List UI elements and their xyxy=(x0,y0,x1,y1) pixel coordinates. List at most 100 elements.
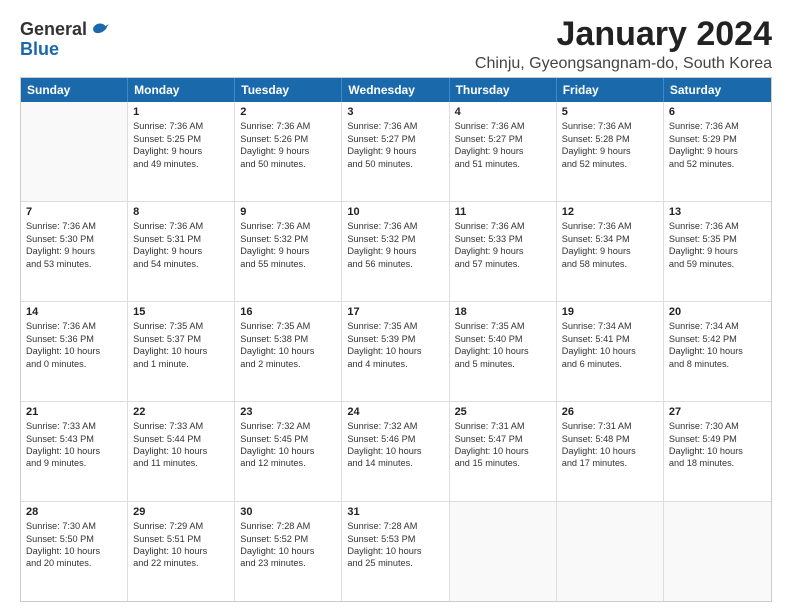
cell-info-line: Daylight: 10 hours xyxy=(26,445,122,457)
calendar-cell xyxy=(664,502,771,601)
cell-info-line: Sunset: 5:25 PM xyxy=(133,133,229,145)
cell-info-line: and 53 minutes. xyxy=(26,258,122,270)
cell-info-line: and 0 minutes. xyxy=(26,358,122,370)
page: General Blue January 2024 Chinju, Gyeong… xyxy=(0,0,792,612)
cell-info-line: Sunrise: 7:29 AM xyxy=(133,520,229,532)
calendar-cell: 2Sunrise: 7:36 AMSunset: 5:26 PMDaylight… xyxy=(235,102,342,201)
cell-info-line: Sunset: 5:30 PM xyxy=(26,233,122,245)
cell-info-line: Daylight: 10 hours xyxy=(347,545,443,557)
day-number: 31 xyxy=(347,506,443,518)
calendar-cell: 27Sunrise: 7:30 AMSunset: 5:49 PMDayligh… xyxy=(664,402,771,501)
cell-info-line: Sunrise: 7:36 AM xyxy=(240,220,336,232)
calendar-cell: 19Sunrise: 7:34 AMSunset: 5:41 PMDayligh… xyxy=(557,302,664,401)
cell-info-line: Sunrise: 7:36 AM xyxy=(347,220,443,232)
calendar-header: SundayMondayTuesdayWednesdayThursdayFrid… xyxy=(21,78,771,102)
cell-info-line: Daylight: 9 hours xyxy=(669,145,766,157)
cell-info-line: Sunrise: 7:35 AM xyxy=(133,320,229,332)
cell-info-line: Sunrise: 7:28 AM xyxy=(347,520,443,532)
cell-info-line: Sunrise: 7:30 AM xyxy=(669,420,766,432)
calendar-cell: 18Sunrise: 7:35 AMSunset: 5:40 PMDayligh… xyxy=(450,302,557,401)
cell-info-line: Sunset: 5:34 PM xyxy=(562,233,658,245)
calendar-cell: 17Sunrise: 7:35 AMSunset: 5:39 PMDayligh… xyxy=(342,302,449,401)
calendar-body: 1Sunrise: 7:36 AMSunset: 5:25 PMDaylight… xyxy=(21,102,771,601)
day-number: 25 xyxy=(455,406,551,418)
header-day-monday: Monday xyxy=(128,78,235,102)
day-number: 24 xyxy=(347,406,443,418)
cell-info-line: Daylight: 9 hours xyxy=(562,145,658,157)
cell-info-line: Sunrise: 7:35 AM xyxy=(240,320,336,332)
cell-info-line: Daylight: 10 hours xyxy=(669,445,766,457)
day-number: 29 xyxy=(133,506,229,518)
day-number: 8 xyxy=(133,206,229,218)
day-number: 30 xyxy=(240,506,336,518)
calendar-cell: 22Sunrise: 7:33 AMSunset: 5:44 PMDayligh… xyxy=(128,402,235,501)
title-block: January 2024 Chinju, Gyeongsangnam-do, S… xyxy=(475,16,772,73)
calendar-cell: 5Sunrise: 7:36 AMSunset: 5:28 PMDaylight… xyxy=(557,102,664,201)
day-number: 7 xyxy=(26,206,122,218)
cell-info-line: Sunset: 5:53 PM xyxy=(347,533,443,545)
calendar-week-0: 1Sunrise: 7:36 AMSunset: 5:25 PMDaylight… xyxy=(21,102,771,202)
header-day-sunday: Sunday xyxy=(21,78,128,102)
cell-info-line: Daylight: 9 hours xyxy=(133,145,229,157)
cell-info-line: Sunset: 5:27 PM xyxy=(347,133,443,145)
cell-info-line: and 23 minutes. xyxy=(240,557,336,569)
calendar-cell: 4Sunrise: 7:36 AMSunset: 5:27 PMDaylight… xyxy=(450,102,557,201)
cell-info-line: Sunset: 5:31 PM xyxy=(133,233,229,245)
header-day-friday: Friday xyxy=(557,78,664,102)
cell-info-line: Daylight: 10 hours xyxy=(562,445,658,457)
calendar-cell: 12Sunrise: 7:36 AMSunset: 5:34 PMDayligh… xyxy=(557,202,664,301)
cell-info-line: Daylight: 9 hours xyxy=(26,245,122,257)
cell-info-line: Sunrise: 7:36 AM xyxy=(669,120,766,132)
day-number: 18 xyxy=(455,306,551,318)
day-number: 3 xyxy=(347,106,443,118)
cell-info-line: Daylight: 10 hours xyxy=(26,345,122,357)
calendar-cell: 7 Sunrise: 7:36 AMSunset: 5:30 PMDaylight… xyxy=(21,202,128,301)
day-number: 22 xyxy=(133,406,229,418)
calendar-cell: 9Sunrise: 7:36 AMSunset: 5:32 PMDaylight… xyxy=(235,202,342,301)
cell-info-line: Daylight: 9 hours xyxy=(455,145,551,157)
header: General Blue January 2024 Chinju, Gyeong… xyxy=(20,16,772,73)
calendar-cell: 3Sunrise: 7:36 AMSunset: 5:27 PMDaylight… xyxy=(342,102,449,201)
cell-info-line: and 1 minute. xyxy=(133,358,229,370)
day-number: 15 xyxy=(133,306,229,318)
cell-info-line: Sunset: 5:35 PM xyxy=(669,233,766,245)
calendar-cell: 8Sunrise: 7:36 AMSunset: 5:31 PMDaylight… xyxy=(128,202,235,301)
day-number: 14 xyxy=(26,306,122,318)
day-number: 10 xyxy=(347,206,443,218)
cell-info-line: Sunrise: 7:36 AM xyxy=(26,320,122,332)
logo-bird-icon xyxy=(89,20,109,40)
cell-info-line: and 49 minutes. xyxy=(133,158,229,170)
cell-info-line: Sunrise: 7:34 AM xyxy=(669,320,766,332)
day-number: 4 xyxy=(455,106,551,118)
calendar-week-3: 21Sunrise: 7:33 AMSunset: 5:43 PMDayligh… xyxy=(21,402,771,502)
cell-info-line: Sunrise: 7:36 AM xyxy=(455,120,551,132)
day-number: 13 xyxy=(669,206,766,218)
cell-info-line: Daylight: 9 hours xyxy=(240,245,336,257)
cell-info-line: Daylight: 9 hours xyxy=(240,145,336,157)
cell-info-line: Daylight: 10 hours xyxy=(240,545,336,557)
cell-info-line: Sunrise: 7:36 AM xyxy=(562,120,658,132)
cell-info-line: Sunset: 5:51 PM xyxy=(133,533,229,545)
cell-info-line: and 8 minutes. xyxy=(669,358,766,370)
cell-info-line: Sunset: 5:39 PM xyxy=(347,333,443,345)
cell-info-line: Sunrise: 7:33 AM xyxy=(133,420,229,432)
cell-info-line: and 6 minutes. xyxy=(562,358,658,370)
cell-info-line: and 54 minutes. xyxy=(133,258,229,270)
cell-info-line: Daylight: 10 hours xyxy=(26,545,122,557)
cell-info-line: Sunset: 5:26 PM xyxy=(240,133,336,145)
cell-info-line: Daylight: 9 hours xyxy=(455,245,551,257)
cell-info-line: Daylight: 10 hours xyxy=(562,345,658,357)
cell-info-line: Sunrise: 7:32 AM xyxy=(347,420,443,432)
calendar-cell: 6Sunrise: 7:36 AMSunset: 5:29 PMDaylight… xyxy=(664,102,771,201)
cell-info-line: and 17 minutes. xyxy=(562,457,658,469)
cell-info-line: Sunset: 5:36 PM xyxy=(26,333,122,345)
header-day-tuesday: Tuesday xyxy=(235,78,342,102)
cell-info-line: Daylight: 10 hours xyxy=(133,345,229,357)
cell-info-line: Sunrise: 7:36 AM xyxy=(455,220,551,232)
cell-info-line: Sunrise: 7:36 AM xyxy=(26,220,122,232)
day-number: 6 xyxy=(669,106,766,118)
cell-info-line: Daylight: 10 hours xyxy=(669,345,766,357)
calendar-cell: 28Sunrise: 7:30 AMSunset: 5:50 PMDayligh… xyxy=(21,502,128,601)
cell-info-line: Sunrise: 7:36 AM xyxy=(669,220,766,232)
main-title: January 2024 xyxy=(475,16,772,53)
